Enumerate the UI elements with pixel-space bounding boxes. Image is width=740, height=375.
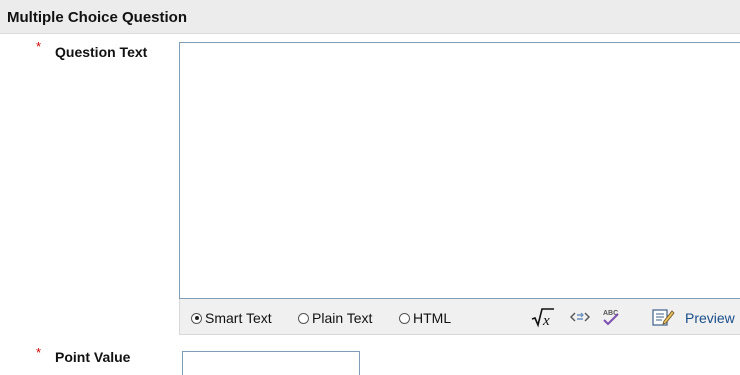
spell-check-icon[interactable]: ABC [600,305,622,329]
preview-icon[interactable] [651,305,675,329]
format-option-html[interactable]: HTML [399,310,451,326]
point-value-label: Point Value [55,349,131,365]
format-option-smart-text[interactable]: Smart Text [191,310,272,326]
question-text-input[interactable] [179,42,740,299]
html-label: HTML [413,310,452,326]
math-formula-icon[interactable]: x [531,305,555,329]
smart-text-label: Smart Text [205,310,272,326]
section-title: Multiple Choice Question [7,9,188,26]
question-editor-page: Multiple Choice Question * Question Text… [0,0,740,375]
text-format-toolbar: Smart Text Plain Text HTML x ABC Preview [179,299,740,335]
html-radio[interactable] [399,312,410,324]
svg-text:x: x [542,313,550,328]
format-option-plain-text[interactable]: Plain Text [298,310,372,326]
plain-text-label: Plain Text [312,310,373,326]
preview-link[interactable]: Preview [685,310,735,326]
point-value-required-marker: * [36,345,42,360]
smart-text-radio[interactable] [191,312,202,324]
question-text-label: Question Text [55,44,148,60]
insert-link-icon[interactable] [569,305,591,329]
section-header: Multiple Choice Question [0,0,740,34]
point-value-input[interactable] [182,351,360,375]
question-text-required-marker: * [36,39,42,54]
plain-text-radio[interactable] [298,312,309,324]
